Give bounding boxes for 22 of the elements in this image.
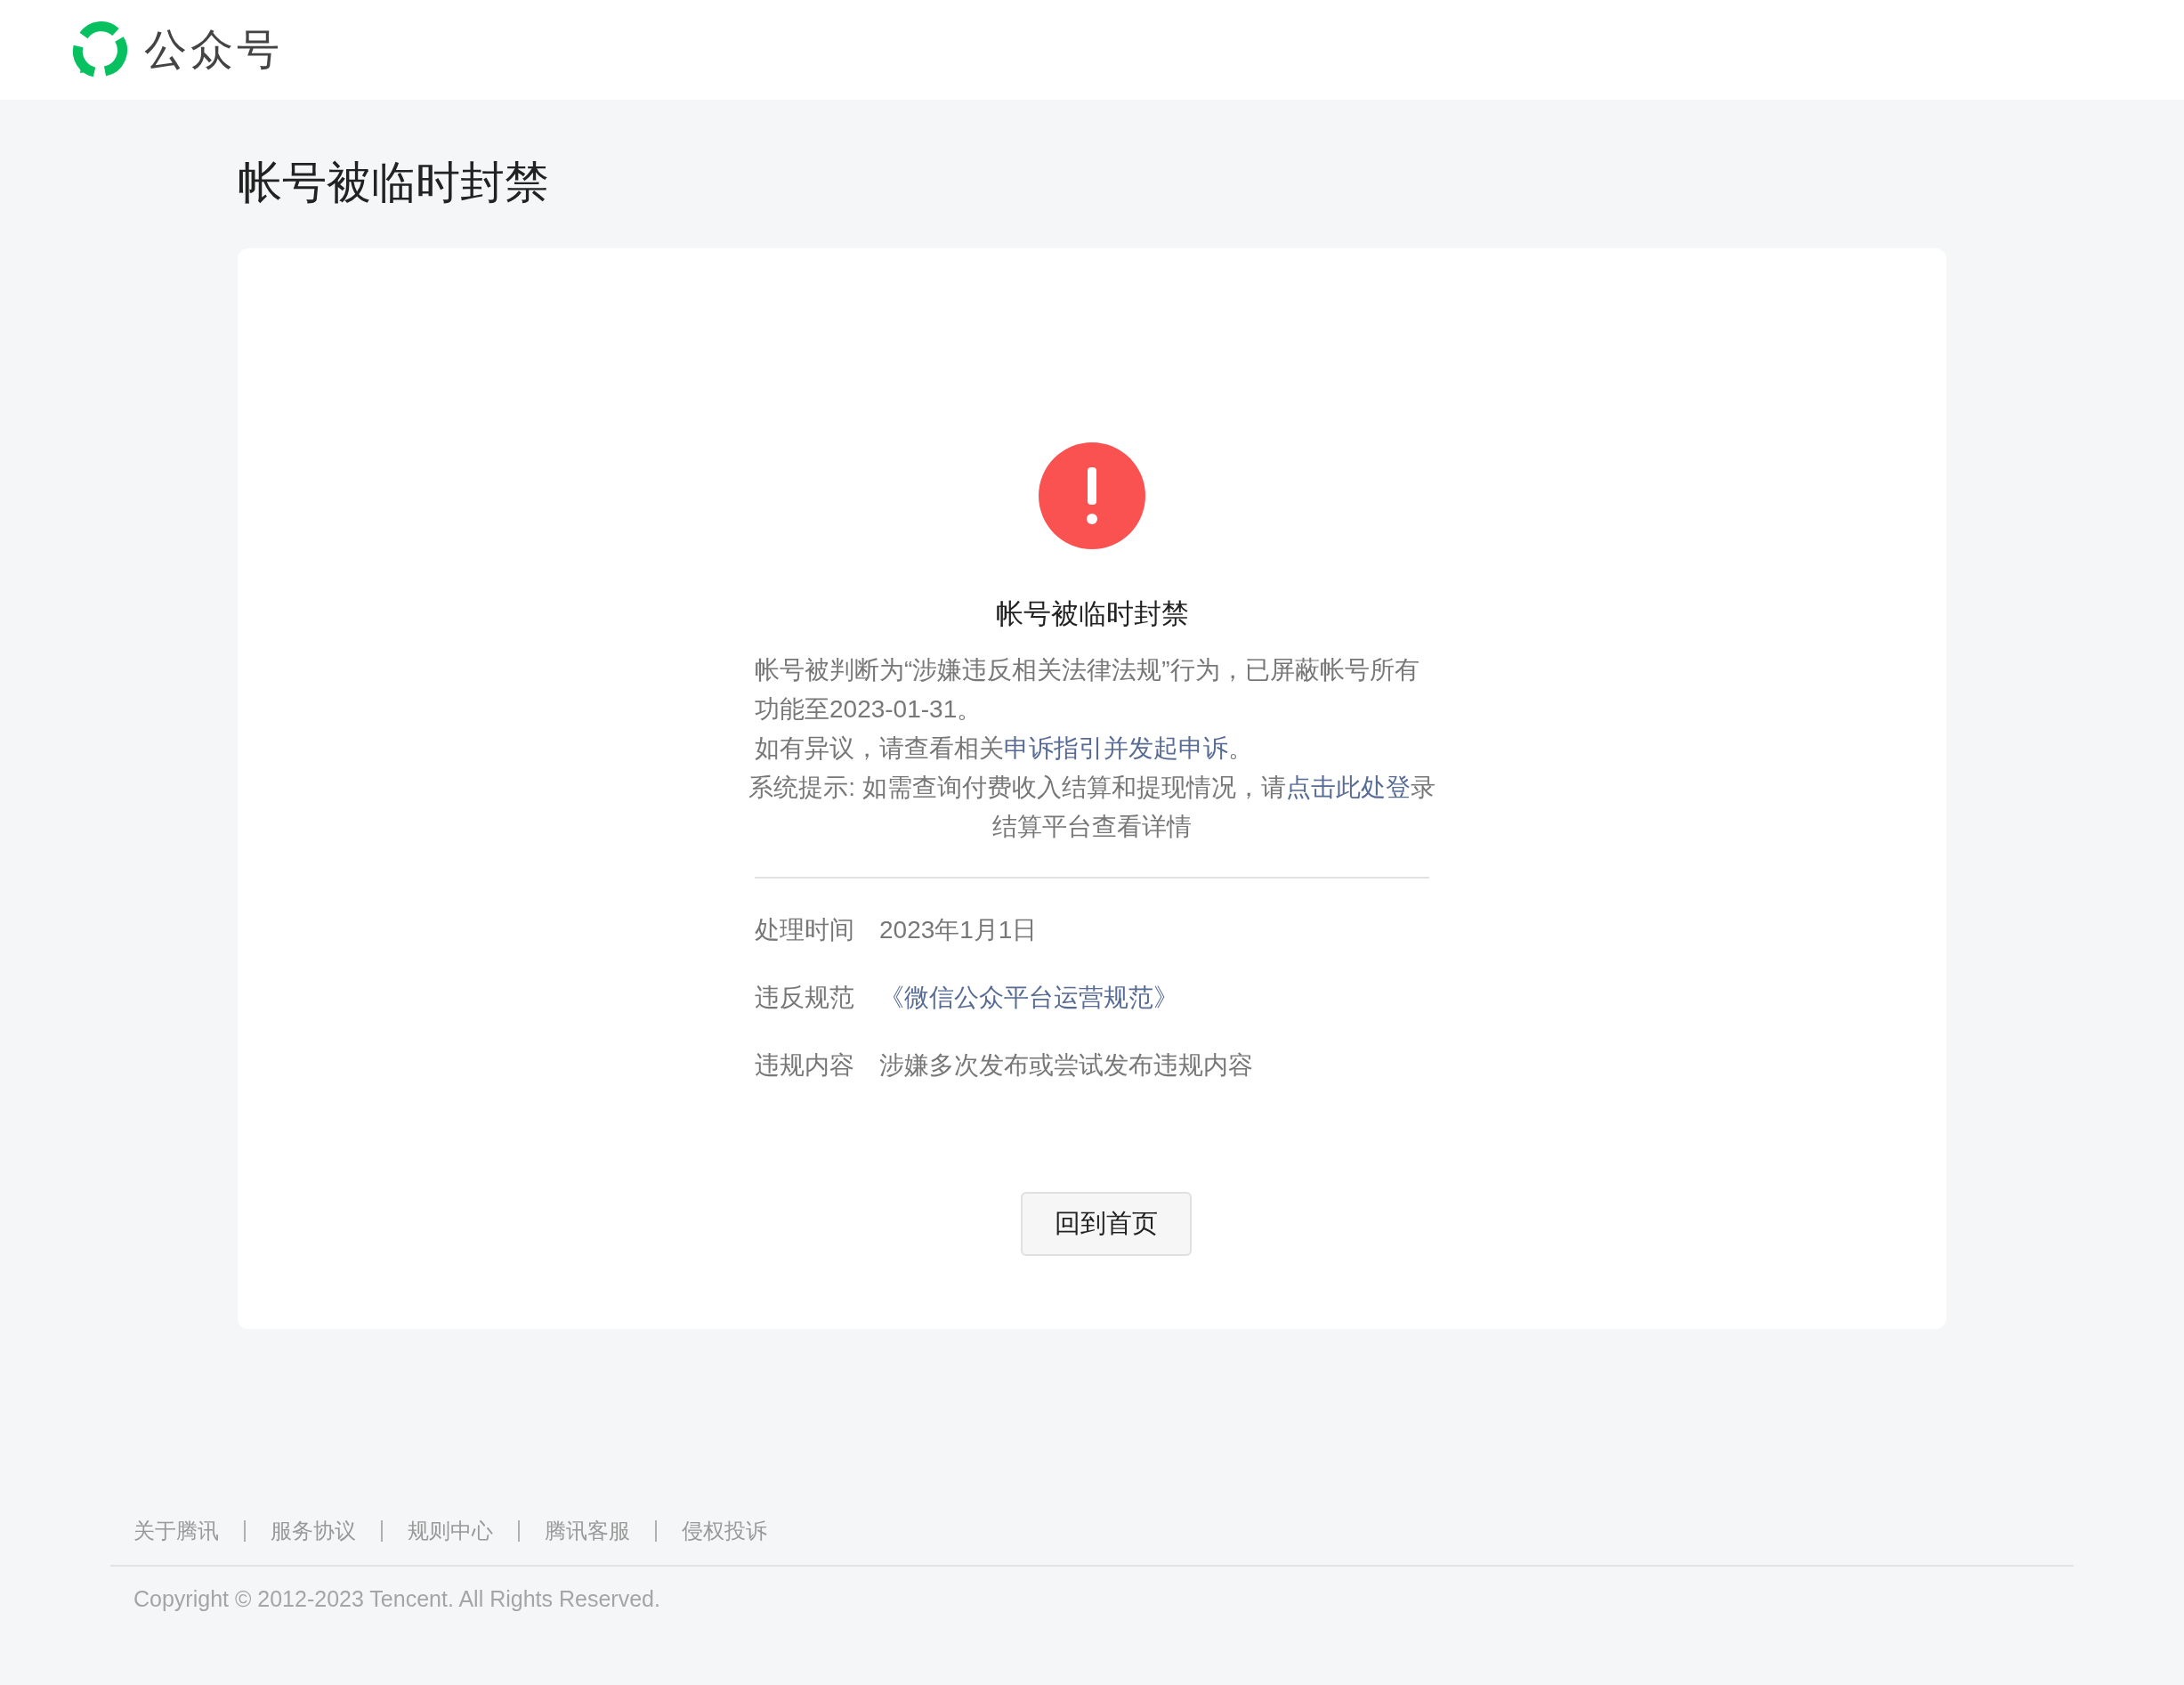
detail-label: 违反规范 xyxy=(755,983,855,1013)
detail-value: 2023年1月1日 xyxy=(879,915,1038,945)
footer-link[interactable]: 服务协议 xyxy=(271,1517,356,1545)
notice-text: 帐号被判断为“涉嫌违反相关法律法规”行为，已屏蔽帐号所有功能至2023-01-31。 xyxy=(755,655,1420,725)
home-button[interactable]: 回到首页 xyxy=(1021,1192,1192,1256)
page-title: 帐号被临时封禁 xyxy=(238,157,549,209)
rule-link[interactable]: 《微信公众平台运营规范》 xyxy=(879,981,1178,1015)
system-tip: 系统提示: 如需查询付费收入结算和提现情况，请点击此处登录结算平台查看详情 xyxy=(748,773,1436,842)
brand-name: 公众号 xyxy=(144,25,283,75)
detail-value: 涉嫌多次发布或尝试发布违规内容 xyxy=(879,1050,1253,1081)
detail-label: 处理时间 xyxy=(755,915,855,945)
footer-link[interactable]: 侵权投诉 xyxy=(682,1517,767,1545)
footer-link[interactable]: 关于腾讯 xyxy=(133,1517,219,1545)
text-link[interactable]: 申诉指引并发起申诉 xyxy=(1004,734,1228,762)
footer-link[interactable]: 规则中心 xyxy=(408,1517,493,1545)
notice-text: 如有异议，请查看相关申诉指引并发起申诉。 xyxy=(755,733,1254,764)
footer-link[interactable]: 腾讯客服 xyxy=(545,1517,630,1545)
notice-heading: 帐号被临时封禁 xyxy=(995,597,1189,631)
text-link[interactable]: 点击此处登 xyxy=(1285,774,1411,801)
detail-label: 违规内容 xyxy=(755,1050,855,1081)
copyright-text: Copyright © 2012-2023 Tencent. All Rights Reserved. xyxy=(133,1585,661,1612)
warning-icon xyxy=(1039,442,1145,549)
